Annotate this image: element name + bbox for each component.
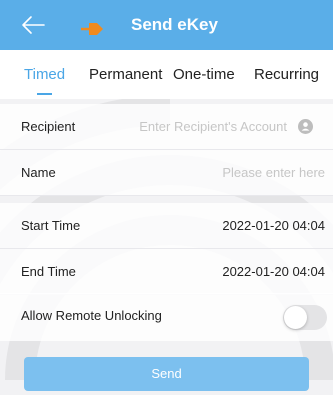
start-time-row[interactable]: Start Time 2022-01-20 04:04 <box>0 203 333 249</box>
pin-icon <box>81 23 103 35</box>
name-label: Name <box>21 165 56 180</box>
recipient-row: Recipient Enter Recipient's Account <box>0 104 333 150</box>
recipient-input[interactable]: Enter Recipient's Account <box>139 119 287 134</box>
send-button[interactable]: Send <box>24 357 309 391</box>
tab-permanent[interactable]: Permanent <box>89 66 162 83</box>
name-input[interactable]: Please enter here <box>222 165 325 180</box>
tab-timed[interactable]: Timed <box>24 66 65 83</box>
start-time-label: Start Time <box>21 218 81 233</box>
remote-unlock-toggle[interactable] <box>283 305 327 330</box>
back-button[interactable] <box>20 14 46 36</box>
name-row: Name Please enter here <box>0 150 333 196</box>
send-ekey-screen: Send eKey Timed Permanent One-time Recur… <box>0 0 333 395</box>
ekey-type-tabs: Timed Permanent One-time Recurring <box>0 50 333 99</box>
start-time-value[interactable]: 2022-01-20 04:04 <box>222 218 325 233</box>
section-separator <box>0 196 333 203</box>
end-time-label: End Time <box>21 264 76 279</box>
end-time-value[interactable]: 2022-01-20 04:04 <box>222 264 325 279</box>
header-bar: Send eKey <box>0 0 333 50</box>
arrow-left-icon <box>22 16 45 34</box>
contact-icon[interactable] <box>298 119 313 134</box>
tab-one-time[interactable]: One-time <box>173 66 235 83</box>
toggle-knob <box>284 306 307 329</box>
tab-recurring[interactable]: Recurring <box>254 66 319 83</box>
end-time-row[interactable]: End Time 2022-01-20 04:04 <box>0 249 333 295</box>
recipient-label: Recipient <box>21 119 76 134</box>
remote-unlock-label: Allow Remote Unlocking <box>21 308 162 323</box>
page-title: Send eKey <box>131 15 218 34</box>
active-tab-indicator <box>37 93 52 95</box>
remote-unlock-row: Allow Remote Unlocking <box>0 293 333 341</box>
ekey-form: Recipient Enter Recipient's Account Name… <box>0 104 333 295</box>
